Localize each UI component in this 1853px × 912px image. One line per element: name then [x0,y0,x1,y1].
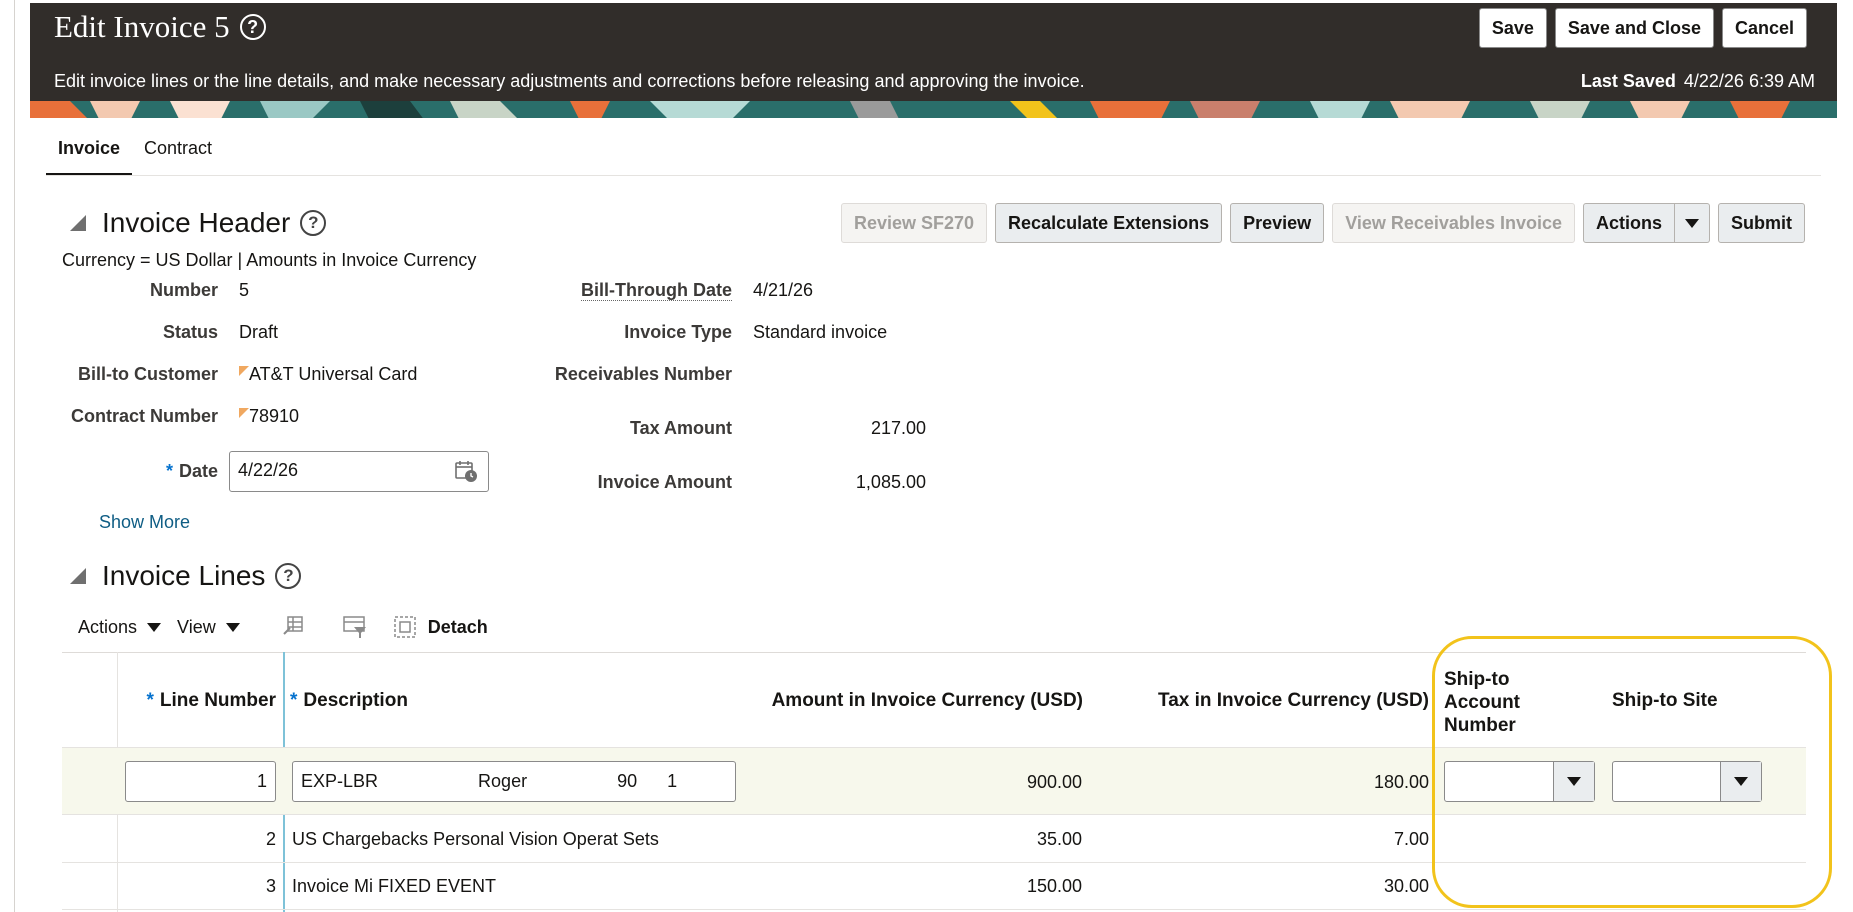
help-icon[interactable]: ? [300,210,327,236]
tax-amount-value: 217.00 [870,418,926,438]
actions-menu: Actions [1582,203,1710,243]
actions-button[interactable]: Actions [1582,203,1675,243]
status-value: Draft [239,322,279,342]
dropdown-button[interactable] [1720,762,1761,801]
ship-to-account-select[interactable] [1444,761,1595,802]
contract-number-value[interactable]: 78910 [239,406,299,427]
number-label: Number [149,280,218,300]
freeze-columns-icon[interactable] [280,614,306,640]
detach-button[interactable]: Detach [392,614,488,640]
invoice-type-label: Invoice Type [624,322,732,342]
date-label: * Date [165,461,218,481]
chevron-down-icon [225,622,240,632]
table-top-border [62,652,1806,653]
submit-button[interactable]: Submit [1718,203,1805,243]
review-sf270-button[interactable]: Review SF270 [840,203,988,243]
page-title: Edit Invoice 5 ? [54,9,266,45]
page-header: Edit Invoice 5 ? Edit invoice lines or t… [30,3,1837,118]
row-divider [62,814,1806,815]
bill-to-customer-label: Bill-to Customer [77,364,218,384]
column-header-tax[interactable]: Tax in Invoice Currency (USD) [1158,690,1429,712]
line-number-cell: 3 [265,876,276,896]
tax-cell: 30.00 [1383,876,1429,896]
page-subtitle: Edit invoice lines or the line details, … [54,71,1085,91]
column-header-amount[interactable]: Amount in Invoice Currency (USD) [772,690,1083,712]
tab-contract[interactable]: Contract [132,130,224,176]
description-cell: US Chargebacks Personal Vision Operat Se… [292,829,659,849]
line-number-cell: 2 [265,829,276,849]
lines-actions-menu[interactable]: Actions [78,617,162,638]
invoice-header-title: Invoice Header ? [70,207,327,239]
flag-icon [239,366,249,376]
invoice-lines-title: Invoice Lines ? [70,560,302,592]
column-header-ship-to-account-number[interactable]: Ship-to Account Number [1444,668,1520,737]
tab-invoice[interactable]: Invoice [46,130,133,176]
show-more-link[interactable]: Show More [99,512,190,533]
required-indicator: * [146,690,154,711]
required-indicator: * [165,461,173,481]
help-icon[interactable]: ? [275,563,302,589]
header-actions: Save Save and Close Cancel [1478,8,1807,48]
date-input[interactable]: 4/22/26 [229,451,489,492]
amount-cell: 900.00 [1026,772,1082,792]
invoice-header-toolbar: Review SF270 Recalculate Extensions Prev… [840,203,1805,243]
preview-button[interactable]: Preview [1230,203,1325,243]
filter-icon[interactable] [342,614,368,640]
description-cell: Invoice Mi FIXED EVENT [292,876,497,896]
save-button[interactable]: Save [1478,8,1547,48]
tab-bar: Invoice Contract [46,130,224,176]
description-input[interactable]: EXP-LBR Roger 90 1 [292,761,736,802]
chevron-down-icon [1685,218,1699,228]
tax-amount-label: Tax Amount [630,418,732,438]
last-saved: Last Saved 4/22/26 6:39 AM [1580,71,1815,91]
invoice-type-value: Standard invoice [753,322,888,342]
chevron-down-icon [1567,777,1581,786]
view-receivables-invoice-button[interactable]: View Receivables Invoice [1332,203,1575,243]
row-divider [62,862,1806,863]
chevron-down-icon [147,622,162,632]
receivables-number-label: Receivables Number [554,364,732,384]
recalculate-extensions-button[interactable]: Recalculate Extensions [995,203,1223,243]
row-divider [62,909,1806,910]
bill-through-date-value: 4/21/26 [753,280,814,300]
tax-cell: 7.00 [1393,829,1429,849]
amount-cell: 35.00 [1036,829,1082,849]
number-value: 5 [239,280,250,300]
invoice-amount-label: Invoice Amount [597,472,732,492]
required-indicator: * [290,690,298,711]
tax-cell: 180.00 [1373,772,1429,792]
left-border [14,0,15,912]
actions-dropdown[interactable] [1675,203,1710,243]
banner-decoration [30,101,1837,118]
calendar-icon[interactable] [454,459,478,483]
contract-number-label: Contract Number [70,406,218,426]
bill-to-customer-value[interactable]: AT&T Universal Card [239,364,417,385]
column-header-ship-to-site[interactable]: Ship-to Site [1612,690,1718,712]
currency-note: Currency = US Dollar | Amounts in Invoic… [62,250,477,270]
amount-cell: 150.00 [1026,876,1082,896]
bill-through-date-label: Bill-Through Date [581,280,732,301]
column-header-line-number[interactable]: * Line Number [146,690,276,712]
save-and-close-button[interactable]: Save and Close [1554,8,1714,48]
tab-divider [46,175,1821,176]
invoice-amount-value: 1,085.00 [855,472,926,492]
collapse-icon[interactable] [70,215,86,231]
column-header-description[interactable]: * Description [290,690,408,712]
help-icon[interactable]: ? [239,14,266,40]
cancel-button[interactable]: Cancel [1721,8,1807,48]
ship-to-site-select[interactable] [1612,761,1762,802]
detach-icon [393,616,416,638]
line-number-input[interactable]: 1 [125,761,276,802]
chevron-down-icon [1734,777,1748,786]
status-label: Status [162,322,218,342]
dropdown-button[interactable] [1553,762,1594,801]
lines-view-menu[interactable]: View [177,617,240,638]
invoice-lines-toolbar: Actions View Detach [78,614,488,640]
collapse-icon[interactable] [70,568,86,584]
flag-icon [239,408,249,418]
